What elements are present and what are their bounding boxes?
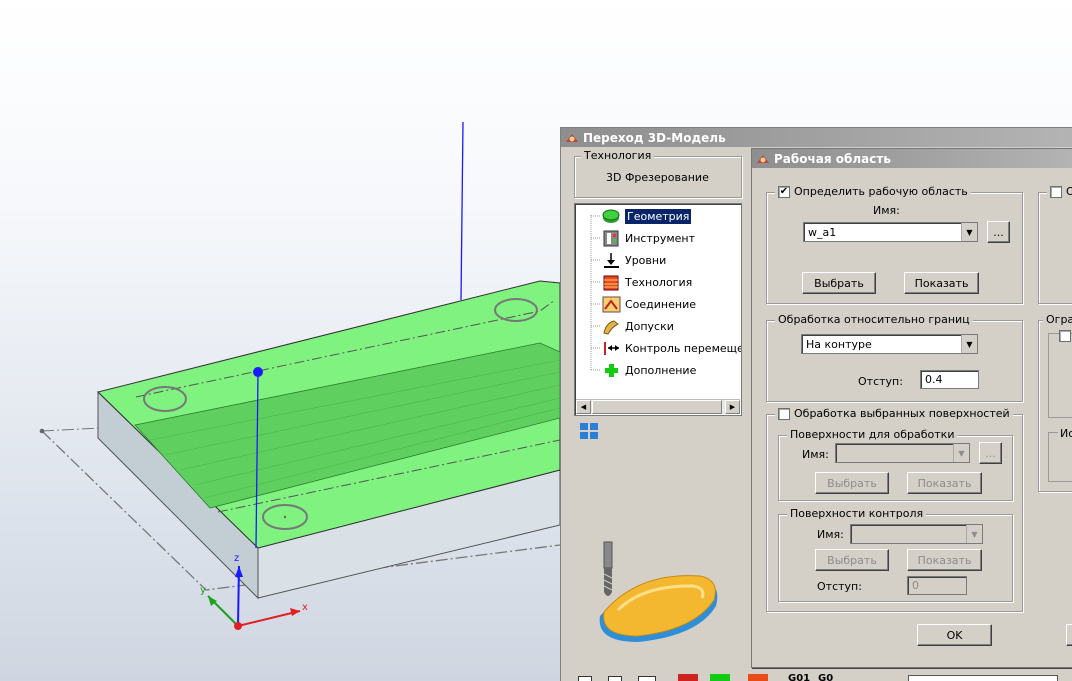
reference-line-tall: [460, 121, 464, 301]
right-options-checkbox[interactable]: [1050, 185, 1062, 198]
control-surfaces-title: Поверхности контроля: [787, 507, 927, 520]
axis-y-label: y: [200, 585, 206, 596]
process-browse-button[interactable]: ...: [979, 442, 1002, 464]
area-browse-button[interactable]: ...: [987, 221, 1010, 243]
tree-item-addition[interactable]: Дополнение: [602, 361, 696, 380]
scroll-right-arrow[interactable]: ▶: [725, 400, 740, 414]
toolbar-g0[interactable]: G0: [818, 673, 833, 681]
axis-z-label: z: [234, 553, 240, 564]
main-dialog-title: Переход 3D-Модель: [583, 130, 726, 145]
addition-icon: [602, 362, 621, 379]
tool-icon: [602, 230, 621, 247]
right-inner-group: Ис: [1048, 427, 1072, 482]
geometry-icon: [602, 208, 621, 225]
define-area-checkbox[interactable]: ✔: [778, 185, 790, 198]
control-offset-label: Отступ:: [817, 580, 862, 593]
reference-point: [253, 367, 263, 377]
boundary-mode-select[interactable]: На контуре ▼: [801, 334, 978, 354]
sketch-point: [39, 428, 45, 434]
boundary-offset-input[interactable]: 0.4: [920, 370, 979, 389]
app-icon: [565, 132, 579, 144]
toolbar-add-icon[interactable]: [710, 674, 730, 681]
define-area-title: ✔ Определить рабочую область: [775, 185, 971, 198]
toolbar-arrow-icon[interactable]: [678, 674, 698, 681]
process-name-label: Имя:: [802, 448, 829, 461]
tree-item-geometry[interactable]: Геометрия: [602, 207, 692, 226]
right-limits-title: Огра: [1043, 313, 1072, 326]
tree-item-technology[interactable]: Технология: [602, 273, 692, 292]
process-surfaces-title: Поверхности для обработки: [787, 428, 958, 441]
ok-button[interactable]: OK: [917, 624, 992, 646]
axis-x-label: x: [302, 602, 308, 613]
technology-value: 3D Фрезерование: [606, 171, 709, 184]
right-limits-checkbox[interactable]: [1059, 330, 1071, 342]
area-select-button[interactable]: Выбрать: [802, 272, 876, 294]
chevron-down-icon[interactable]: ▼: [953, 444, 969, 462]
tolerances-icon: [602, 318, 621, 335]
work-area-titlebar[interactable]: Рабочая область: [752, 149, 1072, 168]
boundary-group-title: Обработка относительно границ: [775, 313, 973, 326]
surfaces-checkbox[interactable]: [778, 407, 790, 420]
work-area-title: Рабочая область: [774, 151, 891, 166]
control-select-button[interactable]: Выбрать: [815, 549, 889, 571]
tree-item-tool[interactable]: Инструмент: [602, 229, 695, 248]
toolbar-button-3[interactable]: [638, 676, 656, 681]
right-limits-inner: [1048, 330, 1072, 418]
surfaces-group-title: Обработка выбранных поверхностей: [775, 407, 1013, 420]
process-show-button[interactable]: Показать: [907, 472, 982, 494]
process-surfaces-select[interactable]: ▼: [835, 443, 970, 463]
operation-tree[interactable]: Геометрия Инструмент Уровни Технология С…: [574, 203, 742, 416]
tree-item-connection[interactable]: Соединение: [602, 295, 696, 314]
right-options-group: О: [1038, 185, 1072, 304]
scroll-thumb[interactable]: [592, 400, 722, 414]
boundary-group: Обработка относительно границ: [766, 313, 1023, 402]
right-options-title: О: [1047, 185, 1072, 198]
control-surfaces-select[interactable]: ▼: [850, 524, 983, 544]
technology-group-title: Технология: [581, 149, 655, 162]
control-name-label: Имя:: [817, 528, 844, 541]
toolbar-button-1[interactable]: [578, 676, 592, 681]
cancel-button-partial[interactable]: [1066, 624, 1072, 646]
tree-horizontal-scrollbar[interactable]: ◀ ▶: [576, 399, 740, 414]
toolbar-g01[interactable]: G01: [788, 673, 810, 681]
tree-item-levels[interactable]: Уровни: [602, 251, 666, 270]
chevron-down-icon[interactable]: ▼: [961, 223, 977, 241]
tree-item-tolerances[interactable]: Допуски: [602, 317, 674, 336]
levels-icon: [602, 252, 621, 269]
grid-view-icon[interactable]: [580, 423, 600, 441]
control-offset-input[interactable]: 0: [907, 576, 967, 595]
area-name-label: Имя:: [873, 204, 900, 217]
toolbar-field[interactable]: [908, 675, 1058, 681]
area-show-button[interactable]: Показать: [904, 272, 979, 294]
milling-tool-preview-icon: [598, 540, 718, 650]
toolbar-technology-icon[interactable]: [748, 674, 768, 681]
scroll-left-arrow[interactable]: ◀: [576, 400, 591, 414]
process-select-button[interactable]: Выбрать: [815, 472, 889, 494]
motion-control-icon: [602, 340, 621, 357]
chevron-down-icon[interactable]: ▼: [966, 525, 982, 543]
main-toolbar: G01 G0: [578, 672, 1072, 681]
work-area-app-icon: [756, 153, 770, 165]
toolbar-button-2[interactable]: [608, 676, 622, 681]
chevron-down-icon[interactable]: ▼: [961, 335, 977, 353]
technology-icon: [602, 274, 621, 291]
main-dialog-titlebar[interactable]: Переход 3D-Модель: [561, 128, 1072, 147]
connection-icon: [602, 296, 621, 313]
control-show-button[interactable]: Показать: [907, 549, 982, 571]
area-name-select[interactable]: w_a1 ▼: [803, 222, 978, 242]
boundary-offset-label: Отступ:: [858, 375, 903, 388]
tree-item-motion-control[interactable]: Контроль перемещений: [602, 339, 741, 358]
right-inner-title: Ис: [1058, 427, 1072, 440]
